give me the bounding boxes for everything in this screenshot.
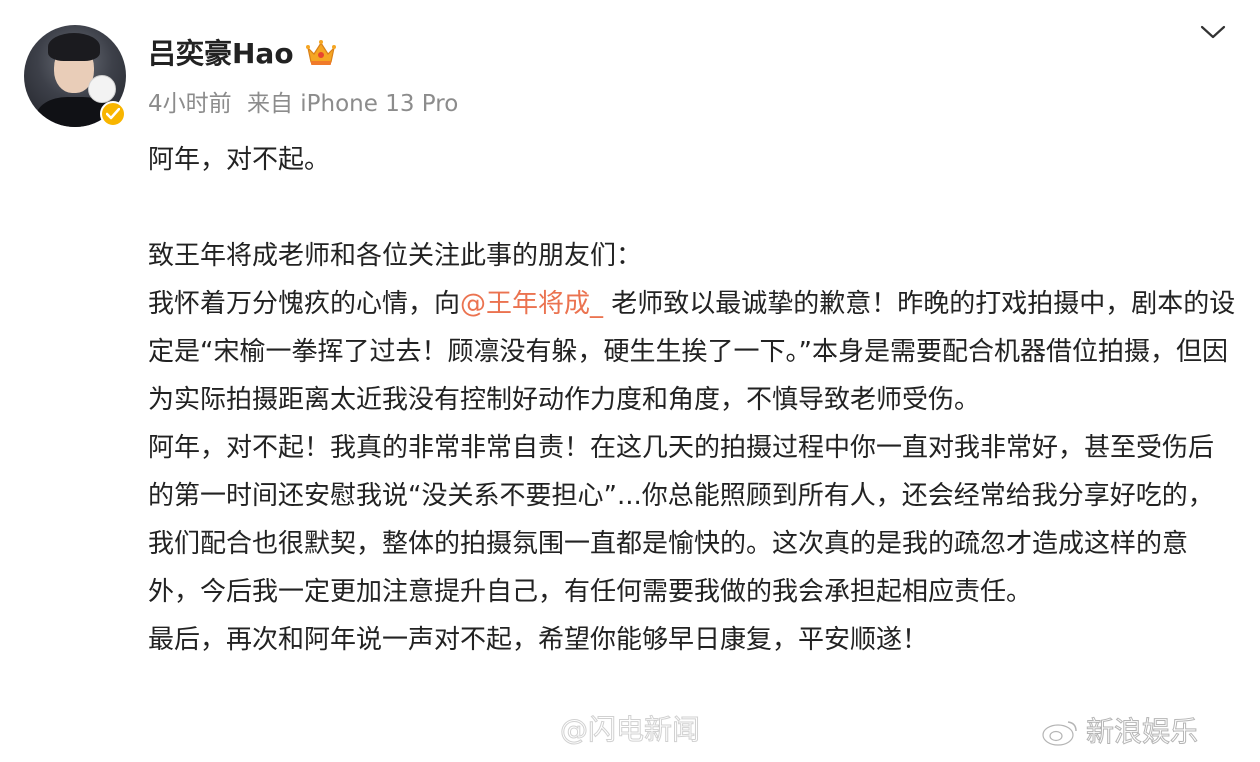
mention-link[interactable]: @王年将成_ xyxy=(460,289,603,319)
weibo-logo-icon xyxy=(1042,721,1077,746)
post-meta: 4小时前 来自 iPhone 13 Pro xyxy=(148,88,466,120)
post-body: 阿年，对不起。 致王年将成老师和各位关注此事的朋友们： 我怀着万分愧疚的心情，向… xyxy=(148,136,1238,664)
watermark-secondary: @闪电新闻 xyxy=(559,713,701,747)
avatar-ball-shape xyxy=(88,75,116,103)
chevron-down-icon[interactable] xyxy=(1198,20,1228,44)
paragraph-1-text-start: 我怀着万分愧疚的心情，向 xyxy=(148,289,461,319)
verified-badge-icon xyxy=(100,101,126,127)
avatar-hair-shape xyxy=(48,33,100,61)
crown-icon[interactable] xyxy=(305,38,337,68)
post-paragraph-1: 我怀着万分愧疚的心情，向@王年将成_ 老师致以最诚挚的歉意！昨晚的打戏拍摄中，剧… xyxy=(148,280,1238,424)
post-paragraph-2: 阿年，对不起！我真的非常非常自责！在这几天的拍摄过程中你一直对我非常好，甚至受伤… xyxy=(148,433,1215,607)
post-source: 来自 iPhone 13 Pro xyxy=(246,91,459,117)
post-line-greeting: 阿年，对不起。 xyxy=(148,145,331,175)
post-time: 4小时前 xyxy=(148,91,232,117)
post-line-salutation: 致王年将成老师和各位关注此事的朋友们： xyxy=(148,241,643,271)
post-paragraph-3: 最后，再次和阿年说一声对不起，希望你能够早日康复，平安顺遂！ xyxy=(148,625,929,655)
author-name[interactable]: 吕奕豪Hao xyxy=(148,36,294,72)
watermark-text: 新浪娱乐 xyxy=(1085,715,1199,749)
watermark: 新浪娱乐 xyxy=(1040,712,1199,752)
